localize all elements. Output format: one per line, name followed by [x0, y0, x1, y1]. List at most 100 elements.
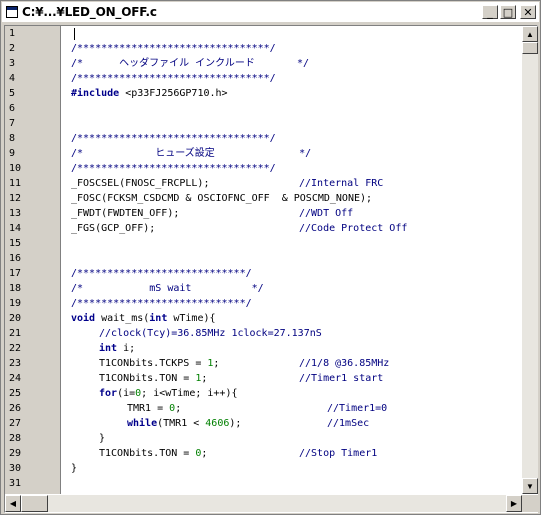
comment-line-23: //1/8 @36.85MHz [299, 358, 390, 369]
line-number: 4 [9, 73, 16, 84]
close-button[interactable]: ✕ [520, 5, 536, 19]
number-literal: 4606 [205, 418, 230, 429]
line-number: 14 [9, 223, 22, 234]
code-line-2: /********************************/ [71, 43, 276, 54]
line-number: 27 [9, 418, 22, 429]
line-number: 3 [9, 58, 16, 69]
code-line-14: _FGS(GCP_OFF); [71, 223, 156, 234]
comment-line-14: //Code Protect Off [299, 223, 408, 234]
code-line-27: while(TMR1 < 4606); [127, 416, 241, 431]
line-number: 8 [9, 133, 16, 144]
code-line-21: //clock(Tcy)=36.85MHz 1clock=27.137nS [99, 328, 322, 339]
minimize-button[interactable]: _ [482, 5, 498, 19]
semicolon: ; [175, 403, 182, 414]
while-keyword: while [127, 418, 158, 429]
line-number: 31 [9, 478, 22, 489]
caption-buttons: _ □ ✕ [482, 5, 536, 19]
scroll-down-button[interactable]: ▼ [522, 478, 538, 494]
code-line-18: /* mS wait */ [71, 283, 264, 294]
line-number: 2 [9, 43, 16, 54]
size-grip[interactable] [522, 495, 538, 512]
code-line-25: for(i=0; i<wTime; i++){ [99, 386, 237, 401]
scroll-left-button[interactable]: ◀ [5, 495, 21, 512]
line-number: 17 [9, 268, 22, 279]
line-number: 24 [9, 373, 22, 384]
line-number: 9 [9, 148, 16, 159]
editor-window: C:¥...¥LED_ON_OFF.c _ □ ✕ 1 2 3 4 5 6 7 8 9 10 11 1… [0, 0, 541, 515]
line-number: 16 [9, 253, 22, 264]
for-keyword: for [99, 388, 118, 399]
function-name: wait_ms( [95, 313, 150, 324]
statement: T1CONbits.TCKPS = [99, 358, 208, 369]
code-line-11: _FOSCSEL(FNOSC_FRCPLL); [71, 178, 210, 189]
horizontal-scroll-thumb[interactable] [21, 495, 48, 512]
code-line-19: /****************************/ [71, 298, 252, 309]
semicolon: ; [213, 358, 220, 369]
code-line-17: /****************************/ [71, 268, 252, 279]
line-number: 10 [9, 163, 22, 174]
comment-line-11: //Internal FRC [299, 178, 384, 189]
code-line-26: TMR1 = 0; [127, 401, 181, 416]
include-keyword: #include [71, 88, 120, 99]
code-line-3: /* ヘッダファイル インクルード */ [71, 58, 310, 69]
title-bar[interactable]: C:¥...¥LED_ON_OFF.c _ □ ✕ [2, 2, 539, 22]
void-keyword: void [71, 313, 96, 324]
int-keyword: int [149, 313, 168, 324]
int-keyword: int [99, 343, 118, 354]
line-number: 6 [9, 103, 16, 114]
while-end: ); [229, 418, 242, 429]
horizontal-scrollbar[interactable]: ◀ ▶ [5, 495, 522, 512]
line-number: 28 [9, 433, 22, 444]
line-number: 30 [9, 463, 22, 474]
text-caret [74, 28, 75, 40]
comment-line-27: //1mSec [327, 418, 370, 429]
line-number: 11 [9, 178, 22, 189]
code-line-8: /********************************/ [71, 133, 276, 144]
line-number: 21 [9, 328, 22, 339]
loop-cond: ; i<wTime; i++){ [141, 388, 238, 399]
statement: TMR1 = [127, 403, 170, 414]
code-line-22: int i; [99, 341, 135, 356]
function-params: wTime){ [167, 313, 216, 324]
line-number-gutter: 1 2 3 4 5 6 7 8 9 10 11 12 13 14 15 16 17 18 19 20 21 22 23 24 2… [5, 26, 61, 494]
line-number: 29 [9, 448, 22, 459]
line-number: 5 [9, 88, 16, 99]
code-line-29: T1CONbits.TON = 0; [99, 446, 207, 461]
line-number: 15 [9, 238, 22, 249]
line-number: 12 [9, 193, 22, 204]
line-number: 25 [9, 388, 22, 399]
statement: T1CONbits.TON = [99, 373, 196, 384]
semicolon: ; [201, 448, 208, 459]
line-number: 1 [9, 28, 16, 39]
code-line-13: _FWDT(FWDTEN_OFF); [71, 208, 180, 219]
code-line-12: _FOSC(FCKSM_CSDCMD & OSCIOFNC_OFF & POSC… [71, 193, 373, 204]
line-number: 19 [9, 298, 22, 309]
vertical-scroll-thumb[interactable] [522, 42, 538, 54]
code-line-4: /********************************/ [71, 73, 276, 84]
include-file: <p33FJ256GP710.h> [119, 88, 228, 99]
code-line-20: void wait_ms(int wTime){ [71, 311, 216, 326]
code-line-10: /********************************/ [71, 163, 276, 174]
line-number: 20 [9, 313, 22, 324]
line-number: 18 [9, 283, 22, 294]
code-line-23: T1CONbits.TCKPS = 1; [99, 356, 219, 371]
line-number: 7 [9, 118, 16, 129]
scroll-up-button[interactable]: ▲ [522, 26, 538, 42]
maximize-button[interactable]: □ [500, 5, 516, 19]
document-icon[interactable] [6, 6, 18, 18]
comment-line-13: //WDT Off [299, 208, 354, 219]
code-line-5: #include <p33FJ256GP710.h> [71, 86, 228, 101]
code-line-30: } [71, 463, 78, 474]
code-line-9: /* ヒューズ設定 */ [71, 148, 312, 159]
semicolon: ; [201, 373, 208, 384]
comment-line-24: //Timer1 start [299, 373, 384, 384]
editor-client: 1 2 3 4 5 6 7 8 9 10 11 12 13 14 15 16 17 18 19 20 21 22 23 24 2… [4, 25, 538, 513]
line-number: 22 [9, 343, 22, 354]
statement: T1CONbits.TON = [99, 448, 196, 459]
window-title: C:¥...¥LED_ON_OFF.c [22, 5, 157, 19]
scroll-right-button[interactable]: ▶ [506, 495, 522, 512]
code-area[interactable]: /********************************/ /* ヘッ… [62, 26, 522, 494]
loop-init: (i= [117, 388, 136, 399]
vertical-scrollbar[interactable]: ▲ ▼ [522, 26, 538, 494]
line-number: 26 [9, 403, 22, 414]
